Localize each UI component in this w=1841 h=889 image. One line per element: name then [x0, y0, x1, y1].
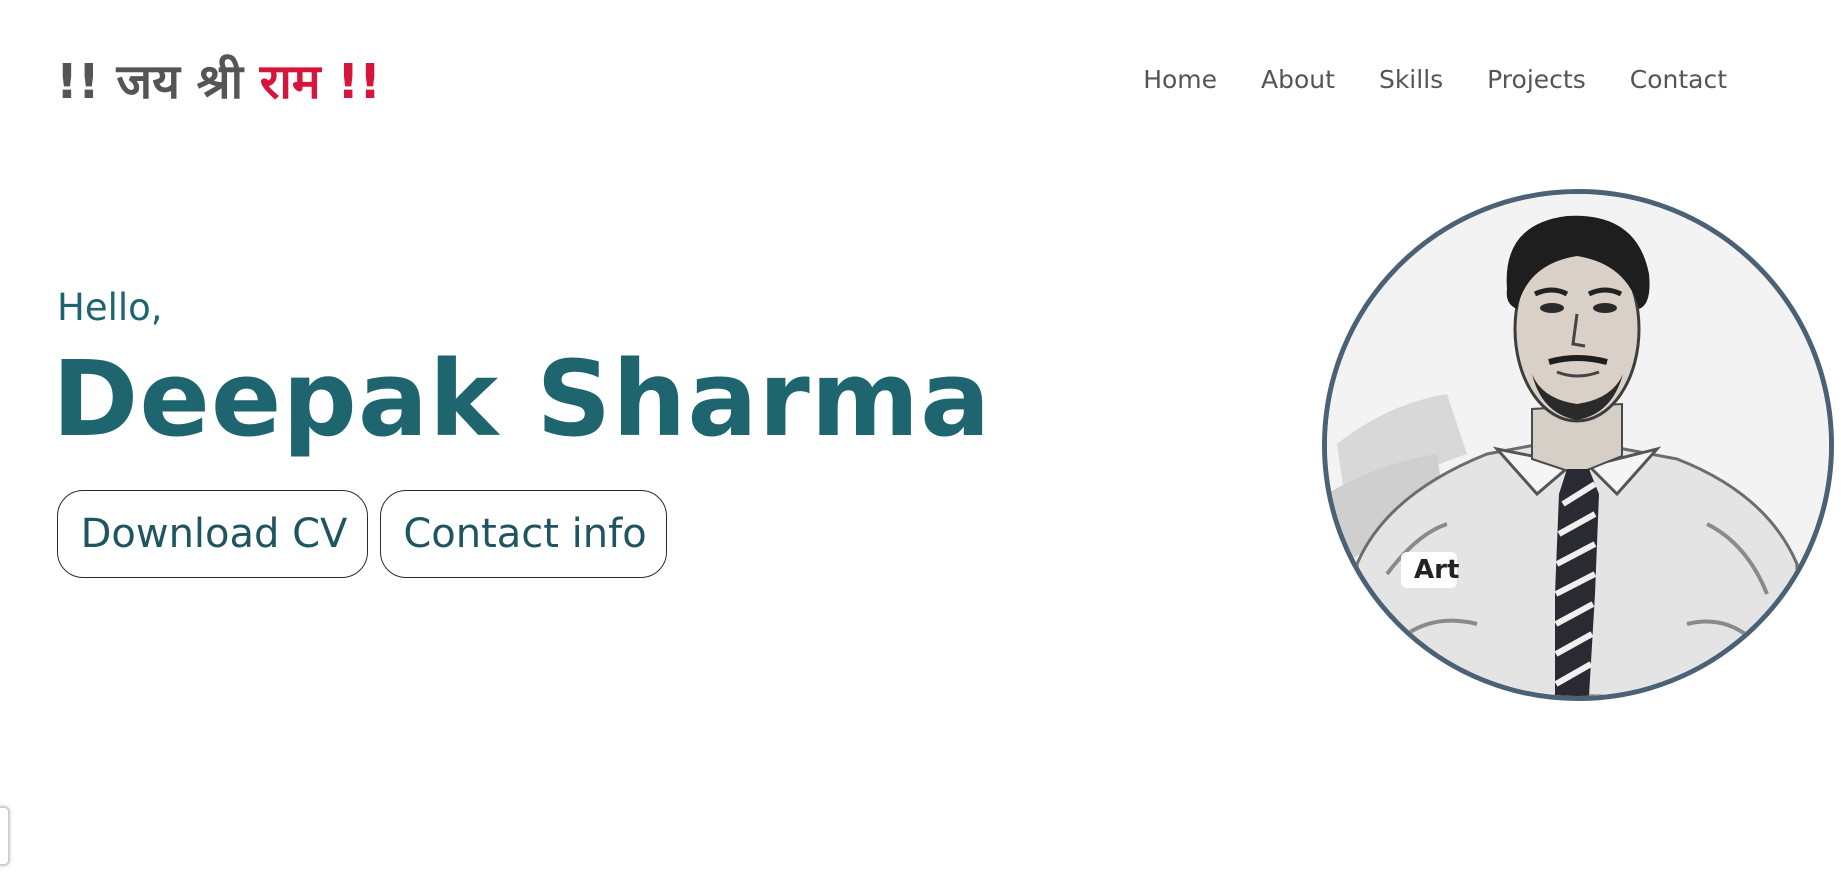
main-nav: Home About Skills Projects Contact — [1143, 62, 1727, 98]
logo-prefix: !! जय श्री — [56, 54, 260, 110]
nav-skills-link[interactable]: Skills — [1379, 62, 1443, 98]
avatar-art-badge: Art — [1414, 555, 1460, 585]
nav-about-link[interactable]: About — [1261, 62, 1335, 98]
nav-home-link[interactable]: Home — [1143, 62, 1217, 98]
hero-greeting: Hello, — [57, 286, 163, 329]
nav-projects-link[interactable]: Projects — [1487, 62, 1586, 98]
download-cv-button[interactable]: Download CV — [57, 490, 368, 578]
profile-avatar: Art — [1322, 189, 1834, 701]
logo-accent: राम !! — [259, 54, 382, 110]
profile-sketch-image — [1327, 194, 1829, 696]
hero-name: Deepak Sharma — [52, 338, 992, 460]
nav-contact-link[interactable]: Contact — [1630, 62, 1727, 98]
site-logo[interactable]: !! जय श्री राम !! — [56, 52, 381, 112]
page: !! जय श्री राम !! Home About Skills Proj… — [0, 0, 1841, 889]
side-handle[interactable] — [0, 806, 10, 866]
contact-info-button[interactable]: Contact info — [380, 490, 667, 578]
hero-actions: Download CV Contact info — [57, 490, 667, 578]
